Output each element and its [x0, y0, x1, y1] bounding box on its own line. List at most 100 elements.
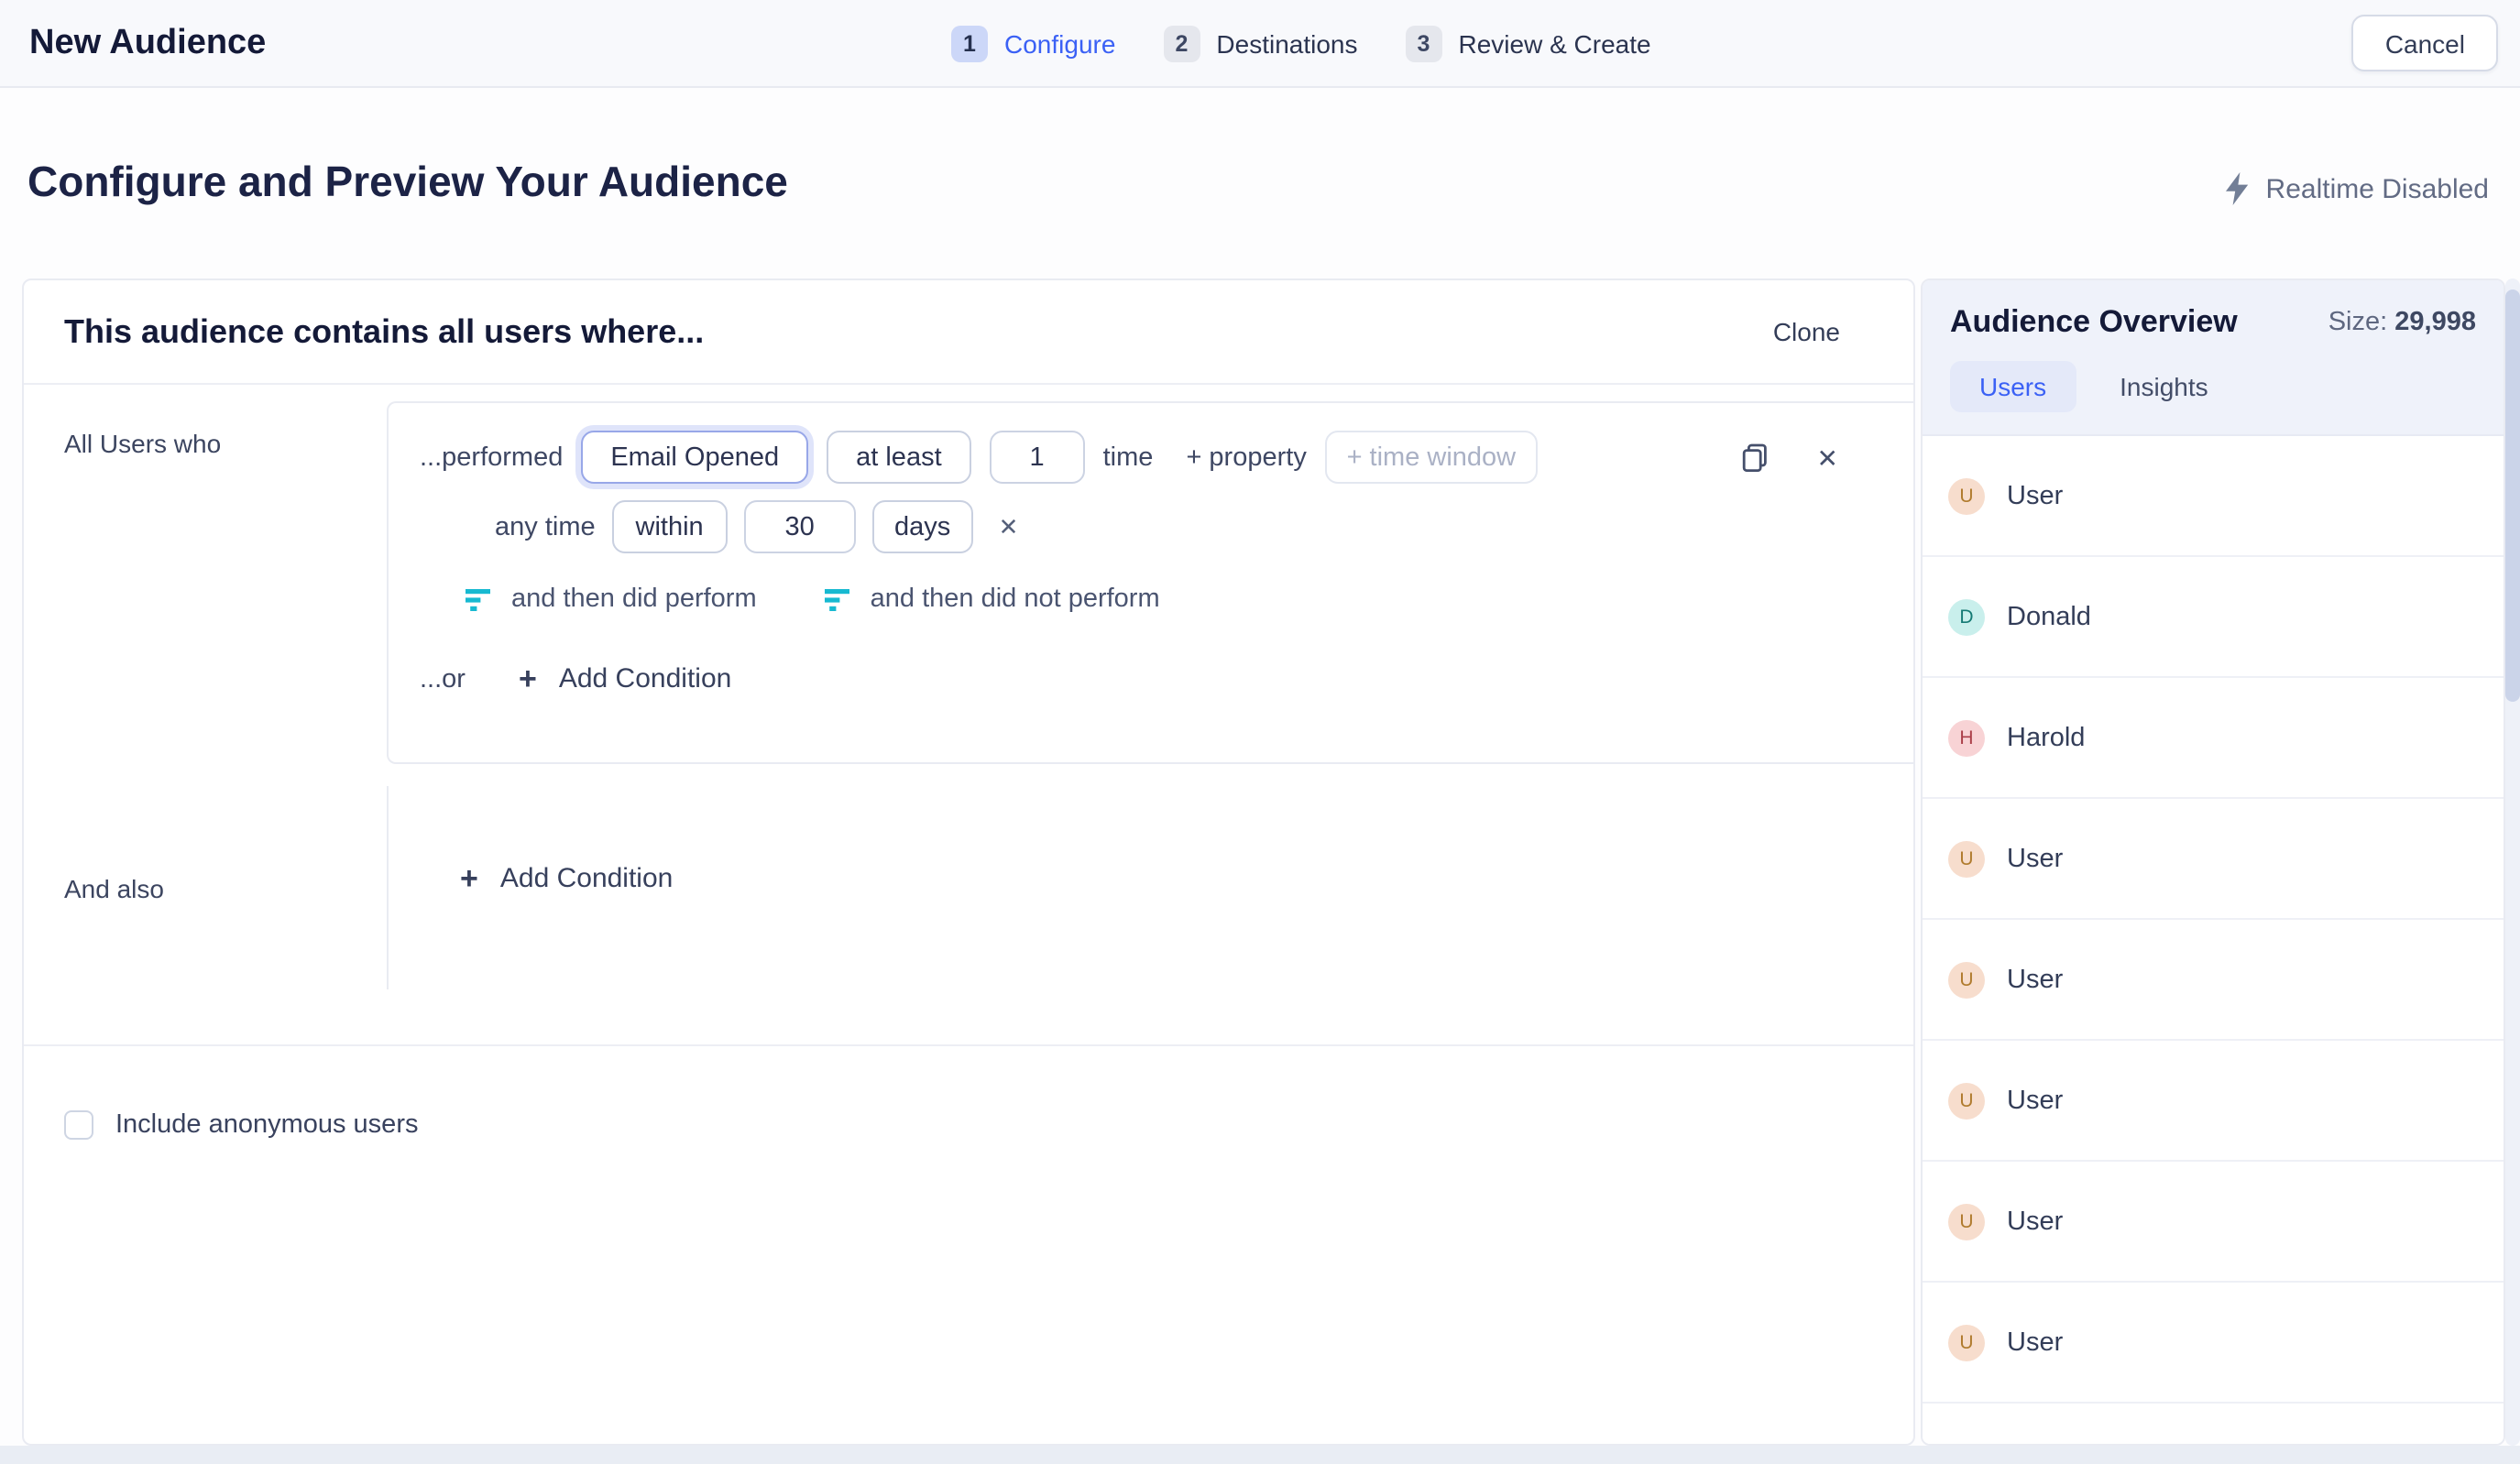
- size-label: Size:: [2328, 308, 2388, 337]
- overview-panel-header: Audience Overview Size: 29,998 Users Ins…: [1923, 280, 2504, 436]
- funnel-links-row: and then did perform and then did not pe…: [466, 585, 1915, 614]
- audience-overview-panel: Audience Overview Size: 29,998 Users Ins…: [1921, 279, 2505, 1446]
- condition-prefix: ...performed: [420, 442, 563, 472]
- plus-icon: +: [460, 863, 478, 894]
- then-did-not-perform-label: and then did not perform: [871, 585, 1160, 614]
- time-value-input[interactable]: [744, 500, 856, 553]
- lightning-bolt-icon: [2226, 172, 2250, 205]
- avatar: U: [1948, 1082, 1985, 1119]
- then-did-perform-label: and then did perform: [511, 585, 757, 614]
- section-separator: [24, 1044, 1913, 1046]
- condition-group: ...performed Email Opened at least time …: [387, 401, 1915, 764]
- user-row[interactable]: HHarold: [1923, 678, 2504, 799]
- time-mode-select-button[interactable]: within: [612, 500, 728, 553]
- audience-builder-page: New Audience 1 Configure 2 Destinations …: [0, 0, 2520, 1464]
- add-condition-label: Add Condition: [500, 863, 673, 894]
- tab-insights[interactable]: Insights: [2120, 361, 2208, 412]
- operator-select-button[interactable]: at least: [827, 431, 971, 484]
- overview-tabs: Users Insights: [1950, 361, 2476, 412]
- tab-users[interactable]: Users: [1950, 361, 2076, 412]
- step-label: Review & Create: [1459, 28, 1651, 58]
- add-condition-or-button[interactable]: + Add Condition: [519, 663, 731, 694]
- step-review-create[interactable]: 3 Review & Create: [1406, 25, 1651, 61]
- step-number-badge: 2: [1163, 25, 1200, 61]
- size-value: 29,998: [2394, 308, 2476, 337]
- step-number-badge: 1: [951, 25, 988, 61]
- bottom-page-edge: [0, 1446, 2520, 1464]
- time-window-input[interactable]: [1325, 431, 1538, 484]
- cancel-button[interactable]: Cancel: [2352, 15, 2498, 71]
- user-name: User: [2007, 965, 2063, 994]
- duplicate-icon: [1742, 442, 1769, 472]
- user-row[interactable]: U User: [1923, 436, 2504, 557]
- user-row[interactable]: U User: [1923, 1283, 2504, 1404]
- time-window-row: any time within days ✕: [495, 500, 1915, 553]
- user-name: User: [2007, 1207, 2063, 1236]
- overview-title: Audience Overview: [1950, 304, 2238, 341]
- clone-button[interactable]: Clone: [1773, 317, 1840, 346]
- include-anonymous-label: Include anonymous users: [115, 1110, 419, 1140]
- funnel-icon: [466, 587, 491, 611]
- user-row[interactable]: UUser: [1923, 1404, 2504, 1446]
- avatar: U: [1948, 840, 1985, 877]
- user-row[interactable]: U User: [1923, 920, 2504, 1041]
- then-did-perform-button[interactable]: and then did perform: [466, 585, 757, 614]
- avatar: U: [1948, 1324, 1985, 1360]
- or-label: ...or: [420, 664, 466, 694]
- user-name: User: [2007, 1086, 2063, 1115]
- condition-row: ...performed Email Opened at least time …: [420, 431, 1875, 484]
- audience-builder-card: This audience contains all users where..…: [22, 279, 1915, 1446]
- close-icon: ✕: [1817, 444, 1838, 470]
- avatar: D: [1948, 598, 1985, 635]
- user-name: User: [2007, 481, 2063, 510]
- add-condition-and-button[interactable]: + Add Condition: [460, 863, 673, 894]
- page-heading: Configure and Preview Your Audience: [27, 158, 788, 207]
- add-condition-label: Add Condition: [559, 663, 731, 694]
- avatar: H: [1948, 719, 1985, 756]
- time-unit-select-button[interactable]: days: [872, 500, 973, 553]
- step-destinations[interactable]: 2 Destinations: [1163, 25, 1357, 61]
- page-title: New Audience: [29, 23, 266, 63]
- remove-condition-button[interactable]: ✕: [1817, 444, 1838, 470]
- and-also-label: And also: [64, 874, 164, 903]
- duplicate-condition-button[interactable]: [1742, 442, 1769, 472]
- add-property-button[interactable]: + property: [1186, 442, 1306, 472]
- remove-time-window-button[interactable]: ✕: [999, 515, 1019, 539]
- event-select-button[interactable]: Email Opened: [581, 431, 808, 484]
- step-number-badge: 3: [1406, 25, 1442, 61]
- funnel-icon: [825, 587, 850, 611]
- audience-size: Size: 29,998: [2328, 308, 2476, 337]
- count-unit-label: time: [1103, 442, 1154, 472]
- avatar: U: [1948, 477, 1985, 514]
- anonymous-users-row: Include anonymous users: [64, 1110, 419, 1140]
- step-label: Destinations: [1216, 28, 1357, 58]
- plus-icon: +: [519, 663, 537, 694]
- user-row[interactable]: D Donald: [1923, 557, 2504, 678]
- and-also-divider: [387, 786, 389, 989]
- avatar: U: [1948, 961, 1985, 998]
- step-configure[interactable]: 1 Configure: [951, 25, 1115, 61]
- avatar: U: [1948, 1203, 1985, 1240]
- overview-title-row: Audience Overview Size: 29,998: [1950, 304, 2476, 341]
- user-row[interactable]: U User: [1923, 1162, 2504, 1283]
- step-label: Configure: [1004, 28, 1115, 58]
- or-add-condition-row: ...or + Add Condition: [420, 663, 1915, 694]
- top-bar: New Audience 1 Configure 2 Destinations …: [0, 0, 2520, 88]
- user-name: User: [2007, 1327, 2063, 1357]
- builder-card-header: This audience contains all users where..…: [24, 280, 1913, 385]
- vertical-scrollbar[interactable]: [2505, 279, 2520, 1446]
- user-row[interactable]: U User: [1923, 1041, 2504, 1162]
- count-input[interactable]: [990, 431, 1085, 484]
- then-did-not-perform-button[interactable]: and then did not perform: [825, 585, 1160, 614]
- realtime-status: Realtime Disabled: [2226, 172, 2489, 205]
- builder-card-body: All Users who ...performed Email Opened …: [24, 385, 1913, 1446]
- realtime-status-label: Realtime Disabled: [2266, 173, 2489, 204]
- time-prefix-label: any time: [495, 512, 596, 541]
- user-row[interactable]: U User: [1923, 799, 2504, 920]
- builder-card-title: This audience contains all users where..…: [64, 312, 1773, 351]
- include-anonymous-checkbox[interactable]: [64, 1110, 93, 1140]
- wizard-stepper: 1 Configure 2 Destinations 3 Review & Cr…: [951, 0, 1651, 86]
- scrollbar-thumb[interactable]: [2505, 290, 2520, 702]
- user-name: User: [2007, 844, 2063, 873]
- user-name: Donald: [2007, 602, 2091, 631]
